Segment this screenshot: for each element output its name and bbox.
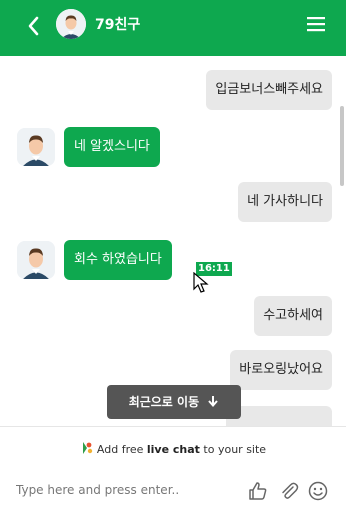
- chat-header: 79친구: [0, 0, 346, 56]
- jump-to-recent-button[interactable]: 최근으로 이동: [107, 385, 241, 419]
- thumbs-up-icon[interactable]: [247, 480, 269, 502]
- jump-label: 최근으로 이동: [128, 395, 200, 409]
- promo-link[interactable]: Add free live chat to your site: [0, 440, 346, 456]
- paperclip-icon[interactable]: [278, 480, 300, 502]
- message-agent: 바로오링났어요: [230, 350, 332, 390]
- mouse-cursor-icon: [193, 272, 209, 293]
- user-avatar: [17, 128, 55, 166]
- person-icon: [17, 128, 55, 166]
- person-icon: [17, 241, 55, 279]
- message-agent: 네 가사하니다: [238, 182, 332, 222]
- livechat-logo-icon: [82, 442, 93, 454]
- message-list[interactable]: 입금보너스빼주세요 네 알겠스니다 네 가사하니다 회수 하였습니다 16:11…: [0, 56, 346, 426]
- user-avatar: [17, 241, 55, 279]
- message-user: 네 알겠스니다: [64, 127, 160, 167]
- message-agent: 수고하세여: [254, 296, 332, 336]
- promo-text-bold: live chat: [146, 443, 200, 456]
- person-icon: [56, 9, 86, 39]
- message-agent-partial: [226, 406, 332, 426]
- arrow-down-icon: [208, 396, 219, 408]
- composer: [0, 470, 346, 513]
- message-agent: 입금보너스빼주세요: [206, 70, 332, 110]
- contact-name: 79친구: [95, 17, 141, 33]
- promo-text-pre: Add free: [96, 443, 147, 456]
- message-user: 회수 하였습니다: [64, 240, 172, 280]
- divider: [0, 426, 346, 427]
- scrollbar[interactable]: [340, 106, 344, 186]
- emoji-icon[interactable]: [307, 480, 329, 502]
- promo-text-post: to your site: [199, 443, 267, 456]
- menu-icon[interactable]: [305, 14, 327, 34]
- message-input[interactable]: [14, 482, 228, 498]
- header-avatar: [56, 9, 86, 39]
- back-arrow-icon[interactable]: [24, 14, 44, 38]
